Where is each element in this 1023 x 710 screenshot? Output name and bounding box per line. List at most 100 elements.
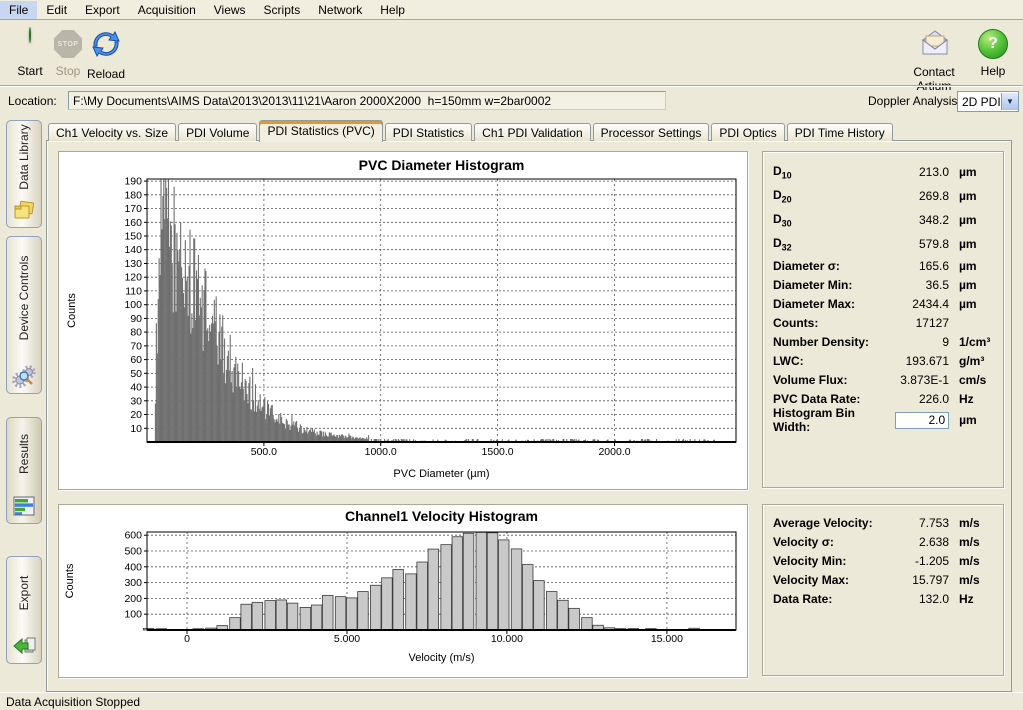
sidebar-item-device-controls[interactable]: Device Controls (6, 236, 42, 394)
svg-text:80: 80 (130, 327, 142, 339)
reload-label: Reload (84, 67, 128, 81)
svg-text:110: 110 (125, 285, 142, 297)
stat-row-data-rate: Data Rate: 132.0Hz (773, 589, 993, 608)
velocity-histogram-panel: 10020030040050060005.00010.00015.000Chan… (58, 504, 748, 678)
menu-bar: File Edit Export Acquisition Views Scrip… (0, 0, 1023, 20)
menu-export[interactable]: Export (76, 1, 129, 19)
svg-text:100: 100 (124, 299, 142, 311)
svg-text:140: 140 (124, 244, 142, 256)
tab-processor-settings[interactable]: Processor Settings (593, 123, 710, 141)
stat-row-velocity-max: Velocity Max: 15.797m/s (773, 570, 993, 589)
svg-text:15.000: 15.000 (651, 633, 683, 645)
svg-text:30: 30 (130, 395, 142, 407)
chevron-down-icon[interactable]: ▼ (1001, 93, 1018, 110)
svg-text:180: 180 (124, 189, 142, 201)
reload-icon (90, 28, 122, 60)
sidebar-item-results[interactable]: Results (6, 417, 42, 524)
tab-pdi-statistics[interactable]: PDI Statistics (385, 123, 472, 141)
svg-text:PVC Diameter Histogram: PVC Diameter Histogram (359, 157, 525, 173)
svg-text:Counts: Counts (64, 563, 76, 598)
pvc-diameter-histogram: 1020304050607080901001101201301401501601… (59, 152, 743, 485)
aims-application-window: { "menu": {"items": ["File","Edit","Expo… (0, 0, 1023, 710)
svg-text:300: 300 (124, 577, 142, 589)
tab-pdi-volume[interactable]: PDI Volume (178, 123, 257, 141)
stat-row-diameter-min: Diameter Min: 36.5µm (773, 275, 993, 294)
results-chart-icon (12, 494, 36, 518)
svg-text:500: 500 (124, 546, 142, 558)
svg-text:190: 190 (124, 176, 142, 188)
help-button[interactable]: ? Help (975, 28, 1011, 78)
svg-text:Channel1 Velocity Histogram: Channel1 Velocity Histogram (345, 508, 538, 524)
stat-row-histogram-bin-width: Histogram Bin Width: µm (773, 408, 993, 432)
menu-file[interactable]: File (0, 1, 37, 19)
tab-ch1-pdi-validation[interactable]: Ch1 PDI Validation (474, 123, 591, 141)
pvc-diameter-histogram-panel: 1020304050607080901001101201301401501601… (58, 151, 748, 490)
svg-text:5.000: 5.000 (334, 633, 360, 645)
svg-text:2000.0: 2000.0 (598, 446, 630, 458)
menu-scripts[interactable]: Scripts (255, 1, 310, 19)
stat-row-number-density: Number Density: 91/cm³ (773, 332, 993, 351)
svg-text:150: 150 (124, 231, 142, 243)
svg-text:100: 100 (124, 609, 142, 621)
folders-icon (12, 198, 36, 222)
toolbar: Start STOP Stop Reload Contact Artium (0, 20, 1023, 85)
stat-row-d32: D32 579.8µm (773, 232, 993, 256)
velocity-statistics-panel: Average Velocity: 7.753m/s Velocity σ: 2… (762, 504, 1004, 676)
stat-row-d10: D10 213.0µm (773, 160, 993, 184)
svg-text:PVC Diameter (µm): PVC Diameter (µm) (393, 468, 489, 480)
stat-row-velocity-min: Velocity Min: -1.205m/s (773, 551, 993, 570)
svg-text:70: 70 (130, 340, 142, 352)
stat-row-counts: Counts: 17127 (773, 313, 993, 332)
histogram-bin-width-input[interactable] (895, 412, 949, 429)
location-input[interactable] (68, 91, 666, 110)
help-label: Help (975, 64, 1011, 78)
svg-text:160: 160 (124, 217, 142, 229)
stat-row-diameter-sigma: Diameter σ: 165.6µm (773, 256, 993, 275)
tab-bar: Ch1 Velocity vs. Size PDI Volume PDI Sta… (48, 119, 895, 141)
svg-text:500.0: 500.0 (251, 446, 277, 458)
menu-network[interactable]: Network (309, 1, 371, 19)
stat-row-diameter-max: Diameter Max: 2434.4µm (773, 294, 993, 313)
doppler-analysis-select[interactable]: 2D PDI ▼ (957, 91, 1019, 112)
tab-ch1-velocity-vs-size[interactable]: Ch1 Velocity vs. Size (48, 123, 176, 141)
svg-text:0: 0 (184, 633, 190, 645)
svg-text:400: 400 (124, 561, 142, 573)
gears-magnifier-icon (12, 364, 36, 388)
sidebar-item-export[interactable]: Export (6, 556, 42, 664)
svg-text:1500.0: 1500.0 (482, 446, 514, 458)
help-icon: ? (977, 28, 1009, 60)
svg-text:600: 600 (124, 530, 142, 542)
stop-icon: STOP (52, 28, 84, 60)
menu-help[interactable]: Help (371, 1, 414, 19)
contact-artium-button[interactable]: Contact Artium (895, 28, 973, 93)
menu-acquisition[interactable]: Acquisition (129, 1, 205, 19)
svg-text:10: 10 (130, 423, 142, 435)
location-row: Location: Doppler Analysis: 2D PDI ▼ (0, 87, 1023, 115)
tab-pdi-time-history[interactable]: PDI Time History (787, 123, 893, 141)
start-icon (14, 28, 46, 60)
diameter-statistics-panel: D10 213.0µm D20 269.8µm D30 348.2µm D32 … (762, 151, 1004, 488)
svg-text:10.000: 10.000 (491, 633, 523, 645)
svg-text:60: 60 (130, 354, 142, 366)
status-bar: Data Acquisition Stopped (0, 692, 1023, 710)
svg-text:130: 130 (124, 258, 142, 270)
menu-views[interactable]: Views (205, 1, 255, 19)
svg-text:1000.0: 1000.0 (365, 446, 397, 458)
stat-row-velocity-sigma: Velocity σ: 2.638m/s (773, 532, 993, 551)
svg-text:90: 90 (130, 313, 142, 325)
tab-pdi-statistics-pvc[interactable]: PDI Statistics (PVC) (259, 120, 382, 142)
svg-text:50: 50 (130, 368, 142, 380)
stat-row-average-velocity: Average Velocity: 7.753m/s (773, 513, 993, 532)
sidebar-item-data-library[interactable]: Data Library (6, 120, 42, 228)
stat-row-volume-flux: Volume Flux: 3.873E-1cm/s (773, 370, 993, 389)
stat-row-d20: D20 269.8µm (773, 184, 993, 208)
svg-text:Counts: Counts (66, 293, 78, 328)
reload-button[interactable]: Reload (84, 28, 128, 81)
stat-row-d30: D30 348.2µm (773, 208, 993, 232)
location-label: Location: (8, 94, 57, 108)
status-text: Data Acquisition Stopped (6, 695, 140, 709)
menu-edit[interactable]: Edit (37, 1, 76, 19)
tab-pdi-optics[interactable]: PDI Optics (711, 123, 784, 141)
export-arrow-icon (12, 634, 36, 658)
svg-text:Velocity (m/s): Velocity (m/s) (408, 652, 474, 664)
